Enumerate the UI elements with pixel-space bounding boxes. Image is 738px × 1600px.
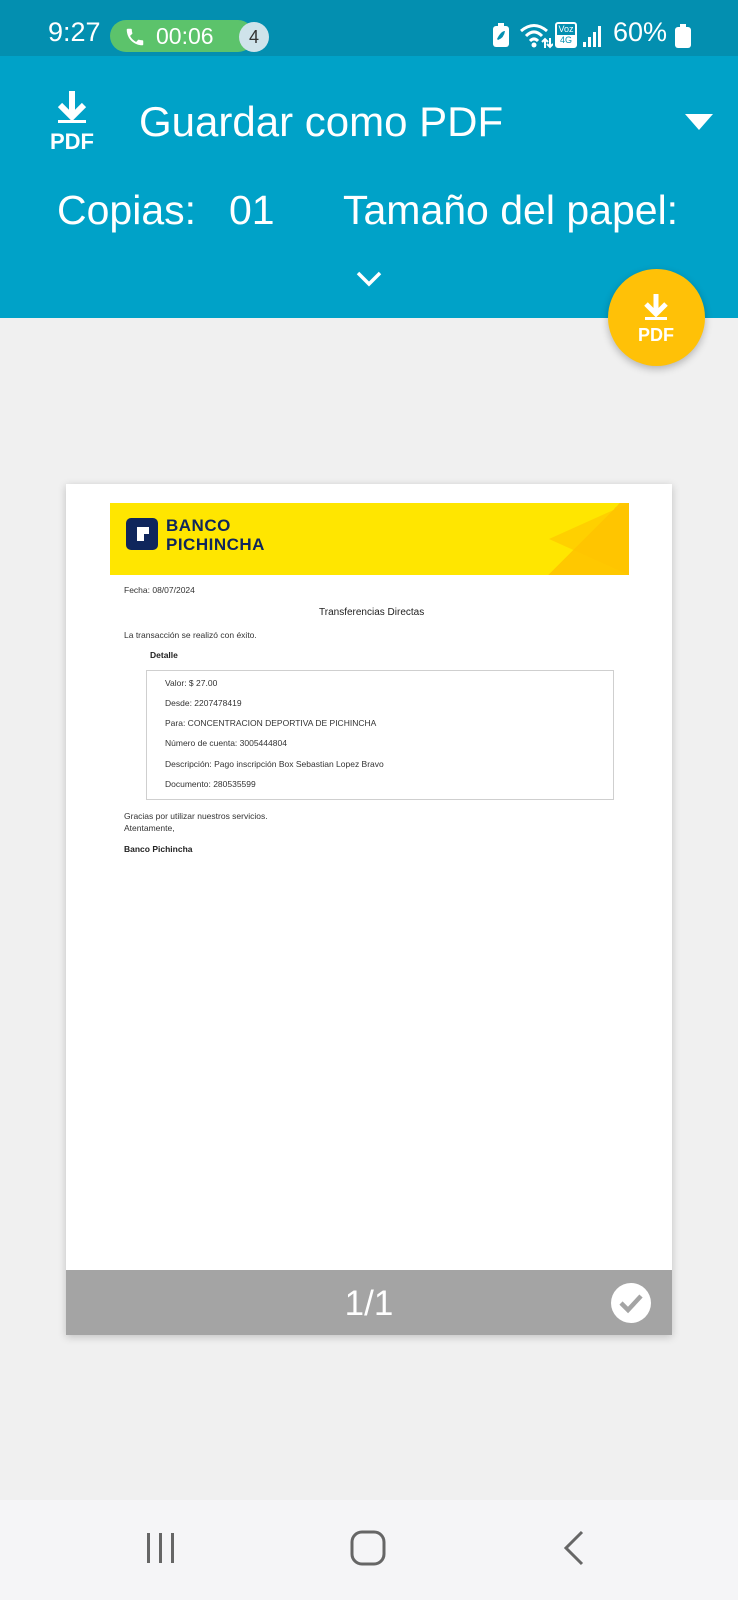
navigation-bar — [0, 1500, 738, 1600]
signature-text: Banco Pichincha — [124, 844, 193, 854]
signal-icon — [583, 26, 601, 47]
detail-from: Desde: 2207478419 — [165, 698, 242, 708]
bank-logo-icon — [126, 518, 158, 550]
home-icon[interactable] — [350, 1530, 386, 1566]
fab-icon-label: PDF — [638, 325, 674, 345]
check-icon — [619, 1294, 643, 1314]
notification-count-badge: 4 — [239, 22, 269, 52]
page-preview[interactable]: BANCO PICHINCHA Fecha: 08/07/2024 Transf… — [66, 484, 672, 1335]
volte-icon: Voz 4G — [555, 22, 577, 48]
dropdown-arrow-icon[interactable] — [685, 114, 713, 130]
wifi-icon — [520, 24, 553, 49]
phone-icon — [126, 28, 144, 46]
pdf-download-icon: PDF — [638, 294, 674, 345]
thanks-text: Gracias por utilizar nuestros servicios. — [124, 811, 268, 821]
bank-name-line2: PICHINCHA — [166, 535, 265, 554]
closing-text: Atentamente, — [124, 823, 175, 833]
page-indicator: 1/1 — [344, 1284, 394, 1323]
call-timer: 00:06 — [156, 23, 214, 49]
pdf-download-icon: PDF — [50, 91, 94, 153]
bank-banner: BANCO PICHINCHA — [110, 503, 629, 575]
page-select-checkbox[interactable] — [611, 1283, 651, 1323]
status-message: La transacción se realizó con éxito. — [124, 630, 257, 640]
chevron-down-icon[interactable] — [356, 271, 382, 287]
battery-icon — [675, 24, 691, 48]
back-icon[interactable] — [562, 1530, 586, 1566]
bank-name-line1: BANCO — [166, 516, 231, 535]
detail-to: Para: CONCENTRACION DEPORTIVA DE PICHINC… — [165, 718, 377, 728]
network-type-label: 4G — [557, 35, 575, 46]
paper-size-label: Tamaño del papel: — [343, 187, 679, 233]
status-bar: 9:27 00:06 4 Voz 4G 60% — [0, 0, 738, 56]
document-title: Transferencias Directas — [319, 607, 425, 618]
copies-label: Copias: — [57, 187, 197, 233]
detail-document: Documento: 280535599 — [165, 779, 256, 789]
detail-account: Número de cuenta: 3005444804 — [165, 738, 287, 748]
document-date: Fecha: 08/07/2024 — [124, 585, 195, 595]
pdf-icon-label: PDF — [50, 129, 94, 153]
recent-apps-icon[interactable] — [145, 1530, 177, 1566]
volte-label: Voz — [558, 24, 574, 34]
battery-percent: 60% — [613, 17, 668, 47]
destination-selector[interactable]: Guardar como PDF — [139, 98, 503, 146]
detail-box: Valor: $ 27.00 Desde: 2207478419 Para: C… — [146, 670, 614, 800]
status-time: 9:27 — [48, 17, 101, 47]
save-pdf-button[interactable]: PDF — [608, 269, 705, 366]
detail-heading: Detalle — [150, 650, 178, 660]
page-footer: 1/1 — [66, 1270, 672, 1335]
copies-value[interactable]: 01 — [229, 187, 275, 234]
detail-value: Valor: $ 27.00 — [165, 678, 218, 688]
ongoing-call-chip[interactable]: 00:06 — [110, 20, 254, 52]
detail-description: Descripción: Pago inscripción Box Sebast… — [165, 759, 384, 769]
battery-saver-icon — [493, 23, 509, 47]
bank-name: BANCO PICHINCHA — [166, 516, 265, 554]
